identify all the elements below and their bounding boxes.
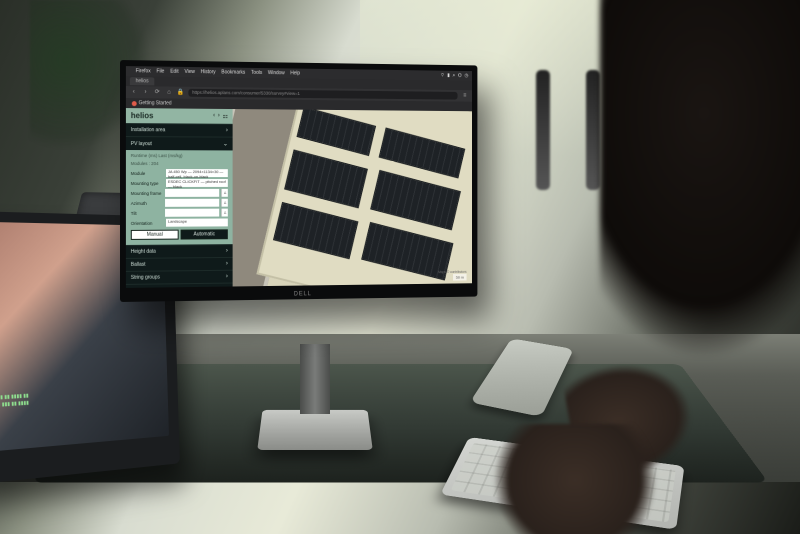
menubar-item[interactable]: Bookmarks (221, 69, 245, 75)
decor-stand (586, 70, 600, 190)
chevron-right-icon: › (226, 248, 228, 254)
search-icon[interactable]: ⌕ (453, 73, 456, 79)
monitor-neck (300, 344, 330, 414)
menu-icon[interactable]: ≡ (461, 92, 468, 100)
menubar-app-name[interactable]: Firefox (136, 68, 151, 74)
app-nav-back-icon[interactable]: ‹ (213, 113, 215, 120)
chevron-right-icon: › (226, 287, 228, 288)
lock-icon: 🔒 (177, 89, 185, 97)
orientation-label: Orientation (131, 220, 164, 225)
menubar-item[interactable]: History (201, 69, 216, 75)
user-silhouette (600, 0, 800, 360)
tilt-input[interactable] (165, 209, 219, 217)
bookmark-item[interactable]: Getting Started (132, 100, 172, 106)
bookmark-label: Getting Started (139, 100, 172, 106)
tilt-label: Tilt (131, 210, 163, 215)
mounting-type-select[interactable]: ESDEC CLICKFIT — pitched roof — black (166, 179, 228, 187)
app-nav-toggle-icon[interactable]: ⚏ (223, 113, 228, 120)
chevron-right-icon: › (226, 274, 228, 280)
manual-button[interactable]: Manual (131, 230, 179, 240)
bookmark-favicon-icon (132, 101, 137, 106)
section-label: Installation area (131, 127, 166, 133)
user-left-hand (490, 424, 660, 534)
menubar-item[interactable]: Edit (170, 69, 178, 75)
browser-tab[interactable]: helios (130, 77, 155, 85)
section-label: PV layout (131, 141, 152, 147)
monitor-stand (257, 410, 373, 450)
app-viewport: helios ‹ › ⚏ Installation area › PV layo… (126, 108, 472, 288)
nav-back-button[interactable]: ‹ (130, 88, 138, 96)
orientation-select[interactable]: Landscape (166, 218, 228, 226)
aerial-map-view[interactable]: 50 m Maps © contributors (233, 109, 472, 286)
mounting-frame-label: Mounting frame (131, 190, 163, 195)
map-scale-bar: 50 m (453, 274, 466, 281)
menubar-item[interactable]: File (157, 69, 165, 75)
mounting-frame-input[interactable] (165, 189, 219, 197)
section-optimizers[interactable]: Optimizers › (126, 283, 233, 288)
chevron-right-icon: › (226, 261, 228, 267)
azimuth-input[interactable] (165, 199, 219, 207)
stepper-icon[interactable]: ▵ (221, 209, 228, 217)
menubar-item[interactable]: Tools (251, 70, 262, 76)
clock-icon[interactable]: ◷ (464, 73, 468, 79)
menubar-item[interactable]: Help (290, 70, 300, 76)
stepper-icon[interactable]: ▵ (221, 199, 228, 207)
app-sidebar: helios ‹ › ⚏ Installation area › PV layo… (126, 108, 233, 288)
monitor-display: Firefox File Edit View History Bookmarks… (126, 66, 472, 288)
nav-forward-button[interactable]: › (142, 88, 150, 96)
section-pv-layout[interactable]: PV layout ⌄ (126, 136, 233, 150)
pv-module-count: Modules : 204 (131, 161, 228, 166)
laptop-status-text: ▮▮▮ ▮▮ ▮▮▮▮ ▮▮▮▮ ▮▮▮ ▮▮ ▮▮▮▮ (0, 385, 153, 409)
automatic-button[interactable]: Automatic (181, 229, 228, 239)
app-nav-forward-icon[interactable]: › (218, 113, 220, 120)
battery-icon[interactable]: ▮ (447, 73, 450, 79)
section-label: Height data (131, 249, 156, 255)
section-label: Ballast (131, 262, 146, 268)
stepper-icon[interactable]: ▵ (221, 189, 228, 197)
pv-summary-line: Runtime (ms) Last (ms/kg) (131, 153, 228, 158)
external-monitor: DELL Firefox File Edit View History Book… (120, 60, 477, 302)
module-label: Module (131, 171, 164, 176)
section-installation-area[interactable]: Installation area › (126, 123, 233, 137)
module-select[interactable]: JA 450 Wp — 2094×1134×30 — half-cell, bl… (166, 169, 228, 177)
menubar-item[interactable]: View (184, 69, 194, 75)
pv-layout-panel: Runtime (ms) Last (ms/kg) Modules : 204 … (126, 150, 233, 245)
mounting-type-label: Mounting type (131, 181, 164, 186)
map-attribution: Maps © contributors (438, 270, 466, 274)
section-ballast[interactable]: Ballast › (126, 257, 233, 271)
section-height-data[interactable]: Height data › (126, 244, 233, 258)
azimuth-label: Azimuth (131, 200, 163, 205)
monitor-brand-label: DELL (294, 291, 312, 297)
wifi-icon[interactable]: ⌔ (440, 73, 444, 79)
nav-reload-button[interactable]: ⟳ (153, 88, 161, 96)
menubar-item[interactable]: Window (268, 70, 285, 76)
section-label: String groups (131, 275, 160, 281)
app-title: helios (131, 111, 154, 120)
decor-stand (536, 70, 550, 190)
app-title-bar: helios ‹ › ⚏ (126, 108, 233, 124)
chevron-right-icon: › (226, 128, 228, 134)
chevron-down-icon: ⌄ (223, 141, 228, 148)
control-center-icon[interactable]: ⌬ (458, 73, 462, 79)
nav-home-button[interactable]: ⌂ (165, 89, 173, 97)
address-bar[interactable]: https://helios.aplans.com/consumer/5330/… (188, 89, 457, 100)
